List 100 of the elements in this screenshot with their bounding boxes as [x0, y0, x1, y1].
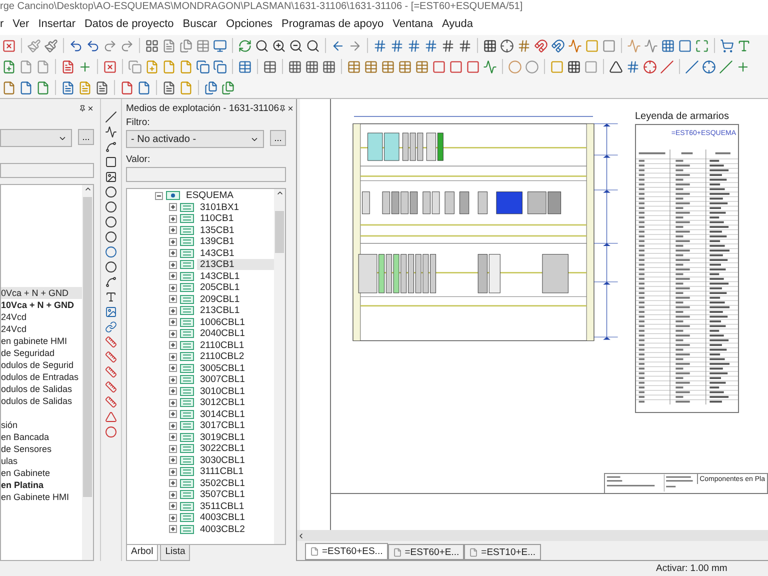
hash-icon[interactable] [407, 38, 421, 52]
list-item[interactable]: 24Vcd [1, 311, 82, 323]
tree-item[interactable]: 139CB1 [197, 236, 238, 248]
crosshair-icon[interactable] [643, 60, 657, 74]
page-icon[interactable] [61, 80, 75, 94]
expand-icon[interactable] [169, 364, 177, 372]
fit-icon[interactable] [695, 38, 709, 52]
hash-icon[interactable] [517, 38, 531, 52]
expand-icon[interactable] [169, 272, 177, 280]
copy-icon[interactable] [128, 60, 142, 74]
expand-icon[interactable] [169, 260, 177, 269]
line-icon[interactable] [660, 60, 674, 74]
horizontal-scrollbar[interactable] [297, 530, 768, 541]
grid-icon[interactable] [483, 38, 497, 52]
expand-icon[interactable] [169, 352, 177, 361]
expand-icon[interactable] [169, 433, 177, 442]
expand-icon[interactable] [169, 203, 177, 212]
expand-icon[interactable] [169, 341, 177, 350]
tree-item[interactable]: 3005CBL1 [197, 362, 248, 374]
tree-item[interactable]: 3101BX1 [197, 202, 242, 213]
hash-icon[interactable] [373, 38, 387, 52]
list-item[interactable]: odulos de Salidas [1, 383, 82, 395]
tree-item[interactable]: 3511CBL1 [197, 500, 248, 512]
redo-icon[interactable] [120, 38, 134, 52]
tree-item[interactable]: 209CBL1 [197, 294, 243, 305]
page-icon[interactable] [2, 80, 16, 94]
expand-icon[interactable] [169, 226, 177, 234]
expand-icon[interactable] [169, 468, 177, 476]
tree-item[interactable]: 3010CBL1 [197, 386, 248, 397]
expand-icon[interactable] [169, 398, 177, 407]
tree-item[interactable]: 205CBL1 [197, 282, 243, 294]
page-icon[interactable] [120, 80, 134, 94]
document-tab[interactable]: =EST60+ES... [305, 543, 388, 560]
menu-item[interactable]: Ventana [392, 18, 433, 30]
wave-icon[interactable] [644, 38, 658, 52]
expand-icon[interactable] [169, 490, 177, 499]
zoom-out-icon[interactable] [289, 38, 303, 52]
menu-item[interactable]: Ayuda [442, 18, 473, 30]
tree-item[interactable]: 3014CBL1 [197, 408, 248, 420]
pages-icon[interactable] [179, 38, 193, 52]
document-tab[interactable]: =EST10+E... [464, 544, 541, 560]
document-tab[interactable]: =EST60+E... [388, 544, 464, 560]
pin-icon[interactable] [278, 104, 286, 112]
line-icon[interactable] [685, 60, 699, 74]
copy-icon[interactable] [213, 60, 227, 74]
expand-icon[interactable] [169, 214, 177, 223]
hash-icon[interactable] [424, 38, 438, 52]
grid-icon[interactable] [661, 38, 675, 52]
tree-item[interactable]: 110CB1 [197, 213, 237, 224]
menu-item[interactable]: Opciones [226, 18, 272, 30]
list-item[interactable]: 10Vca + N + GND [1, 299, 82, 311]
tree-item[interactable]: 2110CBL1 [197, 340, 248, 351]
hash-icon[interactable] [458, 38, 472, 52]
delete-icon[interactable] [103, 60, 117, 74]
value-field[interactable] [126, 167, 286, 182]
close-icon[interactable] [286, 104, 294, 112]
tree-item[interactable]: 1006CBL1 [197, 316, 248, 328]
grid-icon[interactable] [322, 60, 336, 74]
brush-icon[interactable] [27, 38, 41, 52]
menu-item[interactable]: Programas de apoyo [282, 18, 384, 30]
scroll-up-icon[interactable] [276, 189, 284, 197]
link-icon[interactable] [105, 321, 117, 333]
expand-icon[interactable] [169, 238, 177, 246]
expand-icon[interactable] [169, 514, 177, 522]
document-icon[interactable] [162, 38, 176, 52]
menu-item[interactable]: Ver [12, 18, 30, 30]
undo-icon[interactable] [69, 38, 83, 52]
browse-button[interactable]: ... [270, 130, 286, 146]
scroll-thumb[interactable] [275, 211, 284, 253]
square-icon[interactable] [466, 60, 480, 74]
dimension-icon[interactable] [105, 366, 117, 378]
list-item[interactable]: sión [1, 419, 82, 431]
zoom-in-icon[interactable] [272, 38, 286, 52]
table-icon[interactable] [263, 60, 277, 74]
crosshair-icon[interactable] [500, 38, 514, 52]
radius-icon[interactable] [105, 426, 117, 438]
hash-icon[interactable] [390, 38, 404, 52]
spline-icon[interactable] [105, 276, 117, 288]
wave-icon[interactable] [483, 60, 497, 74]
copy-icon[interactable] [196, 60, 210, 74]
zoom-icon[interactable] [306, 38, 320, 52]
scrollbar[interactable] [82, 185, 93, 560]
menu-item[interactable]: Buscar [182, 18, 218, 30]
filter-dropdown[interactable]: - No activado - [126, 130, 264, 148]
expand-icon[interactable] [169, 479, 177, 488]
search-icon[interactable] [255, 38, 269, 52]
rectangle-icon[interactable] [105, 156, 117, 168]
tree-item[interactable]: 3022CBL1 [197, 443, 248, 454]
page-icon[interactable] [19, 80, 33, 94]
pages-icon[interactable] [221, 80, 235, 94]
square-icon[interactable] [678, 38, 692, 52]
page-icon[interactable] [137, 80, 151, 94]
plus-icon[interactable] [736, 60, 750, 74]
circle-icon[interactable] [105, 246, 117, 258]
expand-icon[interactable] [169, 376, 177, 384]
tree-item[interactable]: 2110CBL2 [197, 351, 248, 362]
expand-icon[interactable] [169, 422, 177, 430]
expand-icon[interactable] [169, 295, 177, 304]
collapse-icon[interactable] [155, 192, 163, 200]
undo-icon[interactable] [86, 38, 100, 52]
